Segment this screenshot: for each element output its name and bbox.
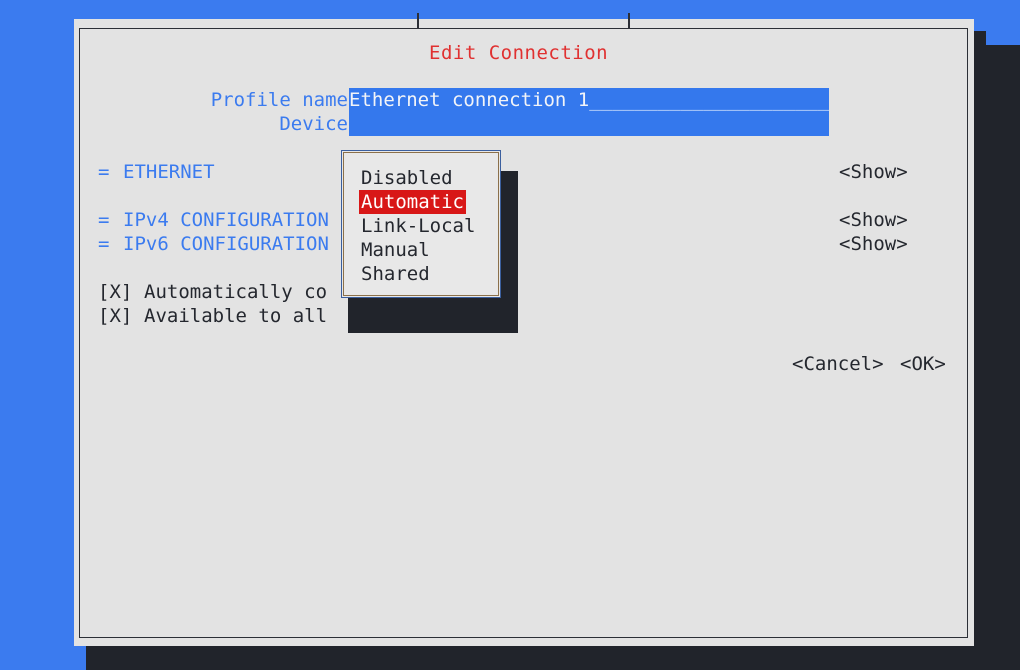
profile-name-input[interactable]: Ethernet connection 1___________________… bbox=[349, 88, 829, 112]
list-item[interactable]: Link-Local bbox=[359, 214, 489, 238]
section-ipv4-label: IPv4 CONFIGURATION bbox=[123, 209, 329, 231]
ipv6-show-button[interactable]: <Show> bbox=[839, 232, 908, 256]
section-ipv6-label: IPv6 CONFIGURATION bbox=[123, 233, 329, 255]
connection-form: Profile name Ethernet connection 1______… bbox=[74, 19, 974, 646]
dropdown-option-link-local[interactable]: Link-Local bbox=[359, 214, 477, 238]
profile-name-value: Ethernet connection 1 bbox=[349, 89, 590, 111]
ethernet-show-button[interactable]: <Show> bbox=[839, 160, 908, 184]
dropdown-option-list: Disabled Automatic Link-Local Manual Sha… bbox=[359, 166, 489, 286]
profile-name-fill: _______________________ bbox=[589, 89, 829, 111]
ipv4-show-button[interactable]: <Show> bbox=[839, 208, 908, 232]
edit-connection-dialog: Edit Connection Profile name Ethernet co… bbox=[74, 13, 974, 646]
section-ethernet-label: ETHERNET bbox=[123, 161, 215, 183]
available-to-all-checkbox-mark[interactable]: [X] bbox=[98, 304, 132, 328]
dropdown-option-disabled[interactable]: Disabled bbox=[359, 166, 455, 190]
device-input[interactable] bbox=[349, 112, 829, 136]
section-ethernet-marker: = bbox=[98, 161, 110, 183]
section-ipv6-marker: = bbox=[98, 233, 110, 255]
dropdown-option-shared[interactable]: Shared bbox=[359, 262, 432, 286]
profile-name-label: Profile name bbox=[210, 89, 348, 111]
dropdown-option-manual[interactable]: Manual bbox=[359, 238, 432, 262]
autoconnect-checkbox-mark[interactable]: [X] bbox=[98, 280, 132, 304]
device-label: Device bbox=[279, 113, 348, 135]
list-item[interactable]: Automatic bbox=[359, 190, 489, 214]
section-ipv4-marker: = bbox=[98, 209, 110, 231]
ipv4-configuration-dropdown[interactable]: Disabled Automatic Link-Local Manual Sha… bbox=[341, 150, 501, 298]
cancel-button[interactable]: <Cancel> bbox=[792, 352, 884, 376]
ok-button[interactable]: <OK> bbox=[900, 352, 946, 376]
desktop-shadow-right bbox=[986, 45, 1020, 670]
list-item[interactable]: Disabled bbox=[359, 166, 489, 190]
autoconnect-checkbox-label: Automatically co bbox=[144, 281, 328, 303]
dropdown-option-automatic[interactable]: Automatic bbox=[359, 190, 466, 214]
list-item[interactable]: Shared bbox=[359, 262, 489, 286]
list-item[interactable]: Manual bbox=[359, 238, 489, 262]
terminal-screen: Edit Connection Profile name Ethernet co… bbox=[0, 0, 1020, 670]
available-to-all-checkbox-label: Available to all bbox=[144, 305, 328, 327]
desktop-shadow-bottom bbox=[86, 646, 1020, 670]
